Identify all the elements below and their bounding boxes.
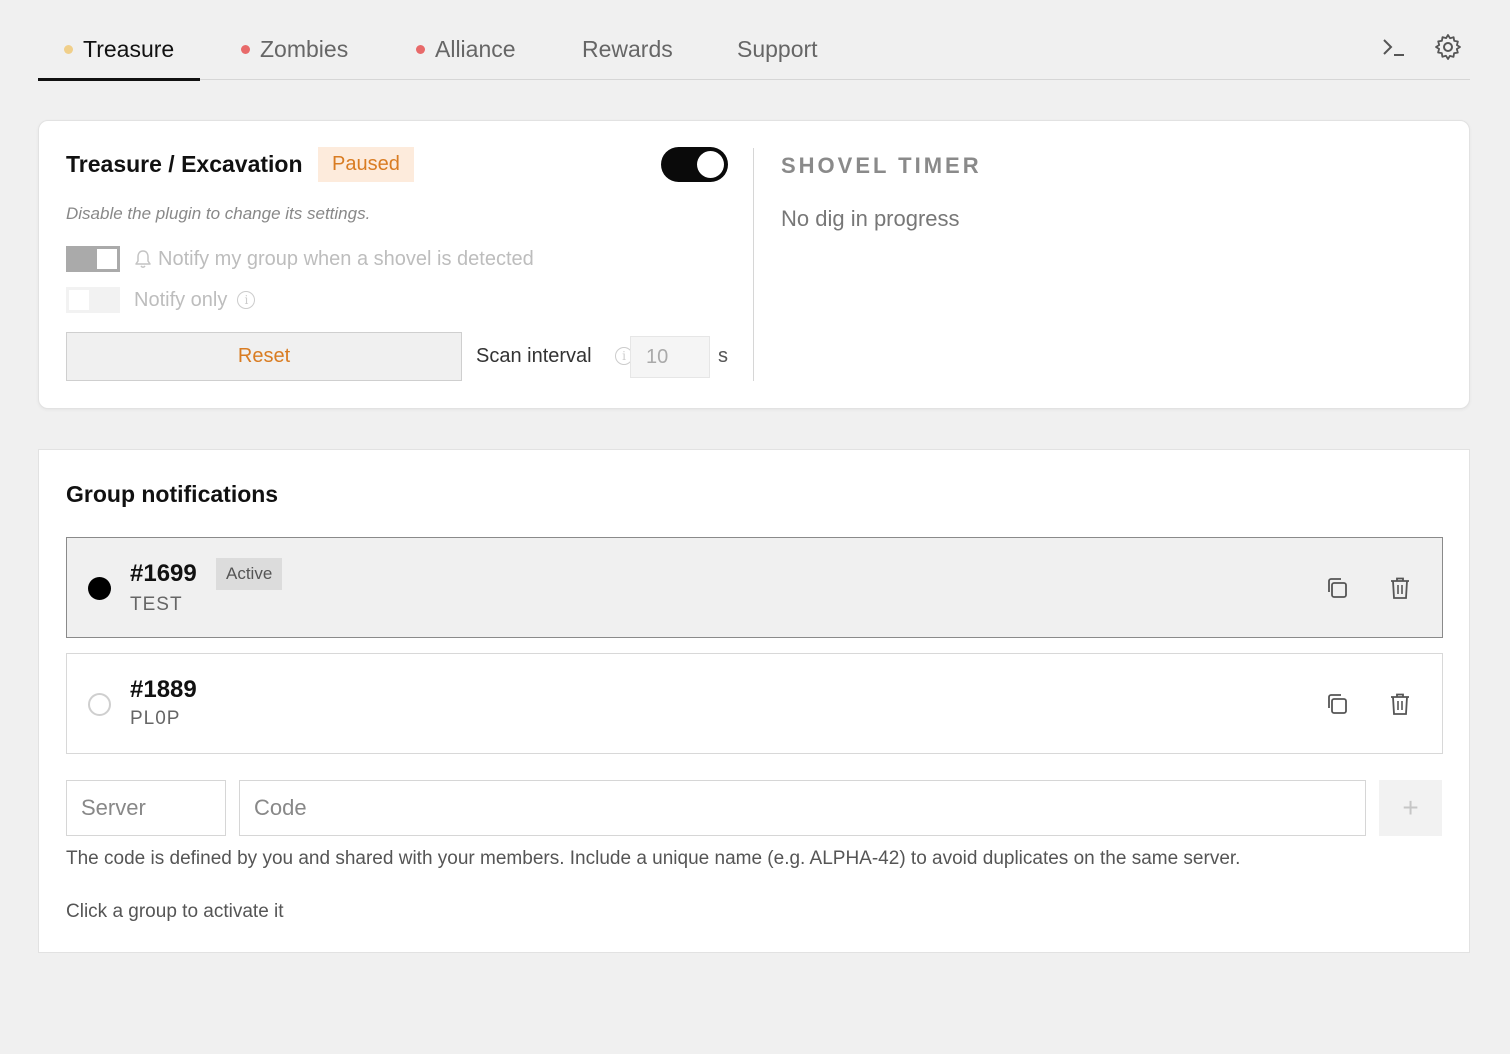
section-title: Group notifications bbox=[66, 481, 279, 507]
notify-only-row: Notify only i bbox=[66, 287, 256, 313]
settings-hint: Disable the plugin to change its setting… bbox=[66, 204, 371, 223]
info-icon: i bbox=[237, 291, 256, 309]
radio-unselected[interactable] bbox=[88, 693, 111, 716]
group-notifications-card: Group notifications #1699 Active TEST #1… bbox=[38, 449, 1470, 953]
tab-zombies[interactable]: Zombies bbox=[241, 18, 348, 80]
tab-support[interactable]: Support bbox=[737, 18, 818, 80]
status-dot bbox=[64, 44, 73, 54]
scan-interval-input[interactable]: 10 bbox=[630, 336, 710, 378]
tab-alliance[interactable]: Alliance bbox=[416, 18, 516, 80]
active-badge: Active bbox=[216, 558, 283, 590]
bell-icon bbox=[135, 250, 151, 268]
tab-label: Treasure bbox=[83, 35, 175, 62]
add-group-button[interactable]: + bbox=[1379, 780, 1442, 836]
tab-label: Rewards bbox=[582, 35, 673, 62]
plugin-enable-toggle[interactable] bbox=[661, 147, 728, 182]
divider bbox=[753, 148, 754, 381]
notify-group-row: Notify my group when a shovel is detecte… bbox=[66, 246, 534, 272]
reset-button[interactable]: Reset bbox=[66, 332, 462, 381]
click-hint-text: Click a group to activate it bbox=[66, 901, 284, 922]
group-name: PL0P bbox=[130, 708, 181, 729]
group-number: #1699 bbox=[130, 560, 197, 587]
notify-only-label: Notify only bbox=[134, 288, 228, 311]
notify-group-label: Notify my group when a shovel is detecte… bbox=[158, 247, 534, 270]
shovel-timer-status: No dig in progress bbox=[781, 206, 960, 231]
status-dot bbox=[416, 44, 425, 54]
terminal-icon[interactable] bbox=[1380, 32, 1408, 62]
status-dot bbox=[241, 44, 250, 54]
status-badge: Paused bbox=[318, 147, 414, 182]
scan-interval-label: Scan interval bbox=[476, 345, 592, 367]
tab-label: Zombies bbox=[260, 35, 349, 62]
code-help-text: The code is defined by you and shared wi… bbox=[66, 848, 1241, 869]
copy-icon[interactable] bbox=[1323, 690, 1351, 718]
code-input[interactable]: Code bbox=[239, 780, 1366, 836]
notify-only-toggle[interactable] bbox=[66, 287, 120, 313]
copy-icon[interactable] bbox=[1323, 574, 1351, 602]
toolbar-icons bbox=[1380, 32, 1462, 62]
treasure-title: Treasure / Excavation bbox=[66, 151, 303, 177]
treasure-card: Treasure / Excavation Paused Disable the… bbox=[38, 120, 1470, 409]
trash-icon[interactable] bbox=[1386, 574, 1414, 602]
trash-icon[interactable] bbox=[1386, 690, 1414, 718]
toggle-knob bbox=[697, 151, 724, 178]
tab-rewards[interactable]: Rewards bbox=[582, 18, 673, 80]
radio-selected[interactable] bbox=[88, 577, 111, 600]
notify-group-toggle[interactable] bbox=[66, 246, 120, 272]
group-number: #1889 bbox=[130, 676, 197, 703]
server-input[interactable]: Server bbox=[66, 780, 226, 836]
group-item[interactable]: #1699 Active TEST bbox=[66, 537, 1443, 638]
tab-label: Support bbox=[737, 35, 818, 62]
tab-treasure[interactable]: Treasure bbox=[38, 18, 201, 81]
group-name: TEST bbox=[130, 594, 183, 615]
tab-label: Alliance bbox=[435, 35, 516, 62]
group-item[interactable]: #1889 PL0P bbox=[66, 653, 1443, 754]
shovel-timer-title: SHOVEL TIMER bbox=[781, 153, 982, 178]
gear-icon[interactable] bbox=[1434, 32, 1462, 62]
tab-bar: Treasure Zombies Alliance Rewards Suppor… bbox=[38, 18, 1470, 81]
scan-interval-unit: s bbox=[718, 345, 728, 367]
